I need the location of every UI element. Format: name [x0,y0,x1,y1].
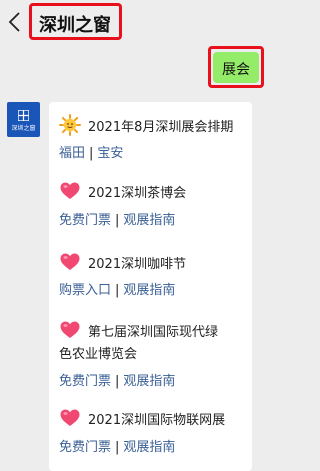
visitor-guide-link[interactable]: 观展指南 [123,213,175,228]
event-title-line2: 色农业博览会 [59,347,138,362]
link-separator: | [115,374,120,389]
heart-emoji-icon [60,409,80,426]
event-title: 2021深圳茶博会 [88,186,187,201]
sun-emoji-icon [59,114,81,136]
event-title: 2021深圳国际物联网展 [88,413,226,428]
link-separator: | [89,146,94,161]
event-links: 免费门票 | 观展指南 [59,370,175,389]
free-ticket-link[interactable]: 免费门票 [59,213,111,228]
link-separator: | [115,283,120,298]
free-ticket-link[interactable]: 免费门票 [59,374,111,389]
chat-header: 深圳之窗 [0,0,271,44]
heart-emoji-icon [60,321,80,338]
heart-emoji-icon [60,182,80,199]
event-links: 免费门票 | 观展指南 [59,436,175,455]
buy-ticket-link[interactable]: 购票入口 [59,283,111,298]
visitor-guide-link[interactable]: 观展指南 [123,440,175,455]
user-message-text: 展会 [222,62,250,78]
district-link-futian[interactable]: 福田 [59,146,85,161]
chat-title: 深圳之窗 [39,15,111,36]
event-title-line1: 第七届深圳国际现代绿 [88,325,219,340]
visitor-guide-link[interactable]: 观展指南 [123,374,175,389]
event-links: 购票入口 | 观展指南 [59,279,175,298]
visitor-guide-link[interactable]: 观展指南 [123,283,175,298]
avatar-logo-text: 深圳之窗 [11,125,36,132]
link-separator: | [115,213,120,228]
event-title: 2021年8月深圳展会排期 [88,120,234,135]
bot-avatar[interactable]: 深圳之窗 [7,102,40,137]
logo-grid-icon [18,110,29,121]
district-link-baoan[interactable]: 宝安 [97,146,123,161]
heart-emoji-icon [60,253,80,270]
event-links: 免费门票 | 观展指南 [59,209,175,228]
title-highlight: 深圳之窗 [29,3,122,40]
link-separator: | [115,440,120,455]
bot-message-card: 2021年8月深圳展会排期 福田 | 宝安 2021深圳茶博会 免费门票 | 观展指南 … [49,102,252,471]
user-message-bubble[interactable]: 展会 [213,52,259,83]
free-ticket-link[interactable]: 免费门票 [59,440,111,455]
back-arrow-icon[interactable] [6,11,24,33]
event-links: 福田 | 宝安 [59,142,123,161]
event-title: 2021深圳咖啡节 [88,257,187,272]
